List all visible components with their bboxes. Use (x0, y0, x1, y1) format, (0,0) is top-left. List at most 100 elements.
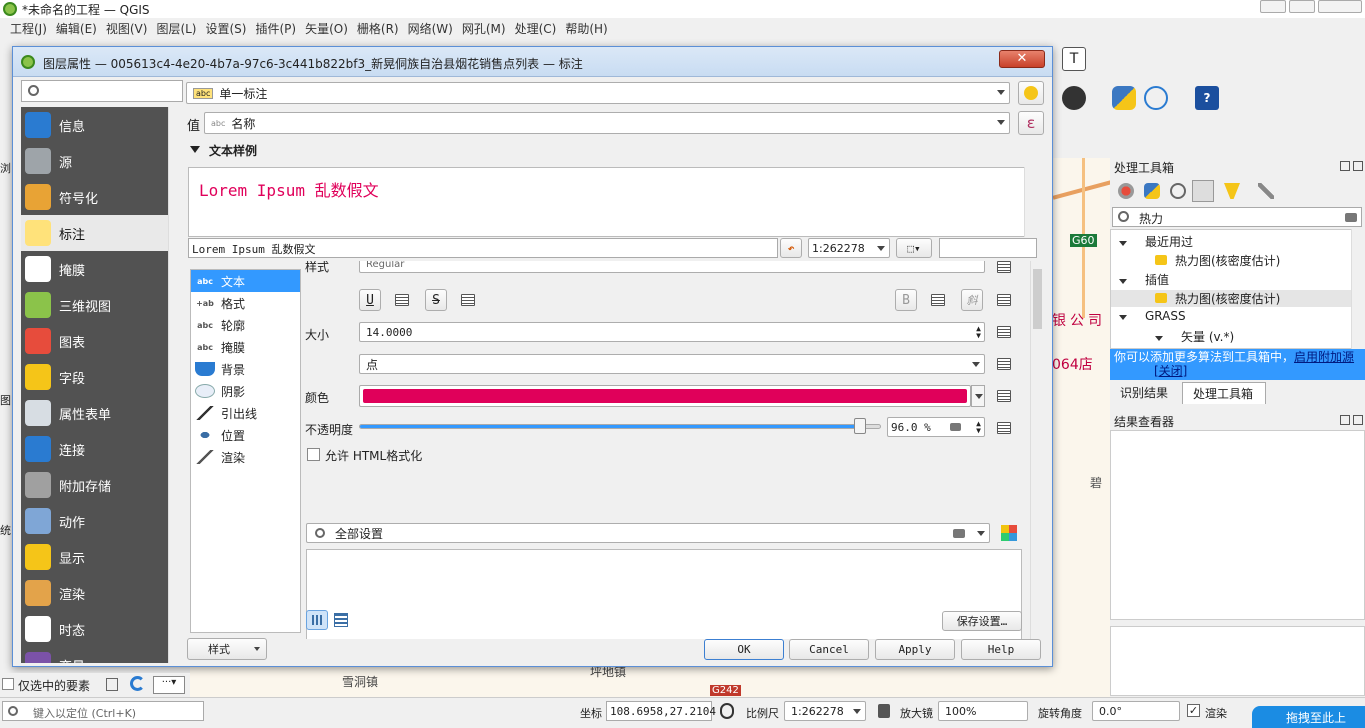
scrollbar-thumb[interactable] (1033, 269, 1042, 329)
spin-arrows-icon[interactable]: ▲ ▼ (976, 420, 981, 435)
menu-item-9[interactable]: 网孔(M) (462, 22, 506, 36)
more-menu-button[interactable]: ···▾ (153, 676, 185, 694)
nav-item-4[interactable]: 掩膜 (21, 251, 168, 287)
scale-from-canvas-button[interactable]: ⬚▾ (896, 238, 932, 258)
notice-close-link[interactable]: [关闭] (1154, 364, 1187, 378)
italic-button[interactable]: 斜 (961, 289, 983, 311)
menu-item-6[interactable]: 矢量(O) (305, 22, 348, 36)
apply-button[interactable]: Apply (875, 639, 955, 660)
locator-input[interactable]: 键入以定位 (Ctrl+K) (2, 701, 204, 721)
copy-icon[interactable] (106, 678, 118, 691)
nav-item-11[interactable]: 动作 (21, 503, 168, 539)
mouse-icon[interactable] (720, 703, 734, 719)
background-color-swatch[interactable] (939, 238, 1037, 258)
tree-row-4[interactable]: GRASS (1119, 309, 1186, 323)
processing-tree-scrollbar[interactable] (1351, 229, 1365, 349)
nav-item-7[interactable]: 字段 (21, 359, 168, 395)
nav-item-3[interactable]: 标注 (21, 215, 168, 251)
style-manager-icon[interactable] (1001, 525, 1017, 541)
label-tab-1[interactable]: +ab 格式 (191, 292, 300, 314)
data-defined-style-button[interactable] (993, 261, 1015, 277)
processing-search[interactable]: 热力 (1112, 207, 1362, 227)
style-library-list[interactable] (306, 549, 1022, 639)
menu-item-3[interactable]: 图层(L) (156, 22, 196, 36)
reset-sample-button[interactable]: ↶ (780, 238, 802, 258)
list-view-button[interactable] (334, 613, 348, 627)
menu-item-5[interactable]: 插件(P) (255, 22, 296, 36)
ok-button[interactable]: OK (704, 639, 784, 660)
menu-item-8[interactable]: 网络(W) (408, 22, 453, 36)
sample-text-input[interactable]: Lorem Ipsum 乱数假文 (188, 238, 778, 258)
results-icon[interactable] (1192, 180, 1214, 202)
clear-icon[interactable] (953, 529, 965, 538)
rotation-input[interactable]: 0.0° (1092, 701, 1180, 721)
menu-item-4[interactable]: 设置(S) (206, 22, 247, 36)
python-console-icon[interactable] (1112, 86, 1136, 110)
edit-features-icon[interactable] (1224, 183, 1240, 199)
clear-icon[interactable] (950, 423, 961, 431)
nav-scrollbar[interactable] (168, 107, 182, 663)
history-icon[interactable] (1170, 183, 1186, 199)
tree-row-2[interactable]: 插值 (1119, 271, 1169, 288)
nav-item-9[interactable]: 连接 (21, 431, 168, 467)
tab-toolbox[interactable]: 处理工具箱 (1182, 382, 1266, 404)
opacity-slider-track[interactable] (359, 424, 881, 429)
label-tab-4[interactable]: 背景 (191, 358, 300, 380)
data-defined-underline-button[interactable] (391, 290, 413, 310)
opacity-slider-handle[interactable] (854, 418, 867, 434)
text-color-button[interactable] (359, 385, 971, 407)
results-detail[interactable] (1110, 626, 1365, 696)
maximize-button[interactable] (1289, 0, 1315, 13)
scripts-icon[interactable] (1144, 183, 1160, 199)
notice-link[interactable]: 启用附加源 (1294, 350, 1354, 364)
data-defined-strike-button[interactable] (457, 290, 479, 310)
menu-item-0[interactable]: 工程(J) (10, 22, 47, 36)
globe-icon[interactable] (1144, 86, 1168, 110)
label-mode-select[interactable]: abc 单一标注 (186, 82, 1010, 104)
nav-item-10[interactable]: 附加存储 (21, 467, 168, 503)
float-panel-icon[interactable] (1340, 415, 1350, 425)
preview-scrollbar[interactable] (1024, 167, 1038, 237)
font-size-input[interactable]: 14.0000 ▲ ▼ (359, 322, 985, 342)
data-defined-unit-button[interactable] (993, 354, 1015, 374)
close-panel-icon[interactable] (1353, 415, 1363, 425)
tree-row-1[interactable]: 热力图(核密度估计) (1155, 252, 1280, 269)
collapse-icon[interactable] (190, 146, 200, 153)
minimize-button[interactable] (1260, 0, 1286, 13)
menu-item-10[interactable]: 处理(C) (515, 22, 557, 36)
label-tab-3[interactable]: abc 掩膜 (191, 336, 300, 358)
help-button[interactable]: Help (961, 639, 1041, 660)
float-panel-icon[interactable] (1340, 161, 1350, 171)
nav-item-0[interactable]: 信息 (21, 107, 168, 143)
settings-scrollbar[interactable] (1030, 261, 1044, 639)
nav-item-2[interactable]: 符号化 (21, 179, 168, 215)
clear-search-icon[interactable] (1345, 213, 1357, 222)
coordinate-input[interactable]: 108.6958,27.2104 (606, 701, 716, 721)
help-icon[interactable]: ? (1195, 86, 1219, 110)
map-canvas-bottom[interactable]: 雪洞镇 坪地镇 G242 (190, 667, 1110, 697)
map-canvas[interactable]: G60 银公司 064店 碧 (1052, 158, 1110, 696)
results-list[interactable] (1110, 430, 1365, 620)
models-icon[interactable] (1118, 183, 1134, 199)
menu-item-11[interactable]: 帮助(H) (565, 22, 607, 36)
font-style-select[interactable]: Regular (359, 261, 985, 273)
magnifier-input[interactable]: 100% (938, 701, 1028, 721)
nav-item-15[interactable]: 变量 (21, 647, 168, 663)
selected-only-checkbox[interactable] (2, 678, 14, 690)
underline-button[interactable]: U (359, 289, 381, 311)
label-tab-0[interactable]: abc 文本 (191, 270, 300, 292)
menu-item-2[interactable]: 视图(V) (106, 22, 148, 36)
nav-item-5[interactable]: 三维视图 (21, 287, 168, 323)
tree-row-5[interactable]: 矢量 (v.*) (1155, 328, 1234, 345)
preview-scale-select[interactable]: 1:262278 (808, 238, 890, 258)
nav-item-13[interactable]: 渲染 (21, 575, 168, 611)
nav-item-14[interactable]: 时态 (21, 611, 168, 647)
text-annotation-icon[interactable]: T (1062, 47, 1086, 71)
save-settings-button[interactable]: 保存设置… (942, 611, 1022, 631)
nav-item-1[interactable]: 源 (21, 143, 168, 179)
label-tab-6[interactable]: 引出线 (191, 402, 300, 424)
data-defined-opacity-button[interactable] (993, 418, 1015, 438)
label-tab-8[interactable]: 渲染 (191, 446, 300, 468)
scale-select[interactable]: 1:262278 (784, 701, 866, 721)
label-tab-2[interactable]: abc 轮廓 (191, 314, 300, 336)
